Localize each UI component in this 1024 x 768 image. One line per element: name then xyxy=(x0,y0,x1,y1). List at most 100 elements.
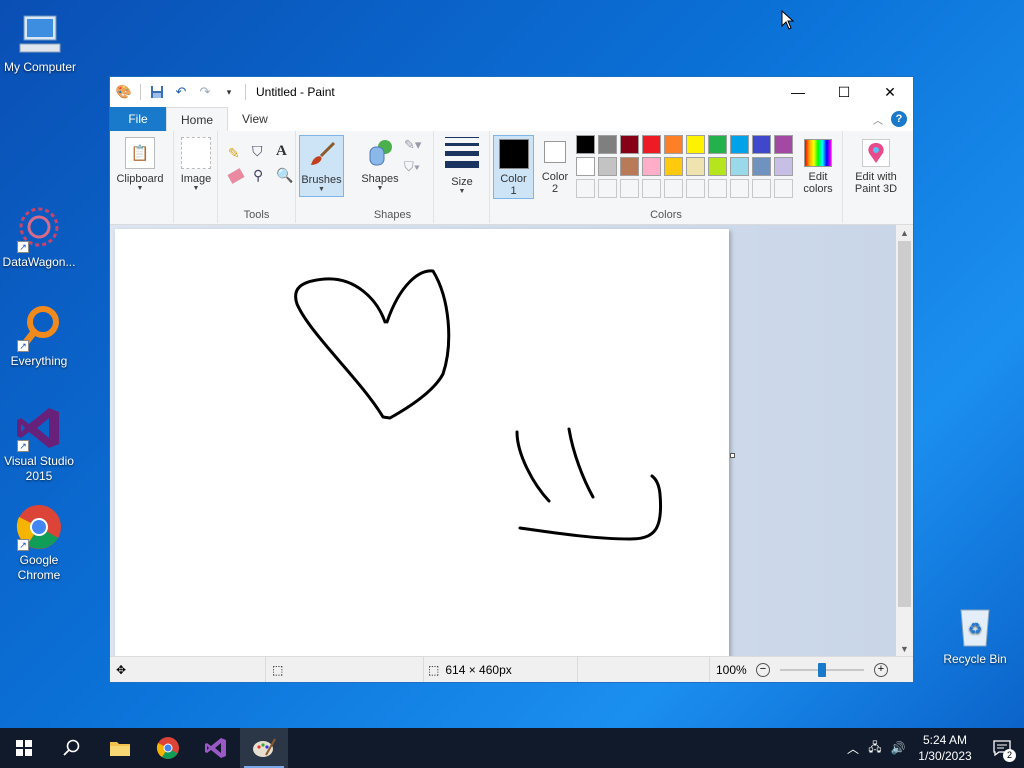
color-swatch[interactable] xyxy=(730,157,749,176)
color-swatch[interactable] xyxy=(730,135,749,154)
paint-app-icon[interactable]: 🎨 xyxy=(116,84,132,100)
taskbar-paint[interactable] xyxy=(240,728,288,768)
custom-color-slot[interactable] xyxy=(752,179,771,198)
custom-color-slot[interactable] xyxy=(598,179,617,198)
fill-icon[interactable]: ⛉ xyxy=(252,143,263,160)
custom-color-slot[interactable] xyxy=(620,179,639,198)
desktop-icon-recycle-bin[interactable]: ♻ Recycle Bin xyxy=(935,602,1015,667)
visual-studio-icon xyxy=(205,738,226,758)
color-swatch[interactable] xyxy=(708,157,727,176)
clock[interactable]: 5:24 AM 1/30/2023 xyxy=(910,732,980,764)
taskbar-file-explorer[interactable] xyxy=(96,728,144,768)
title-bar[interactable]: 🎨 ↶ ↷ ▾ Untitled - Paint — ☐ ✕ xyxy=(110,77,913,107)
system-tray: ︿ 🖧 🔊 5:24 AM 1/30/2023 2 xyxy=(842,728,1024,768)
bowl-stroke xyxy=(518,474,663,541)
notification-count-badge: 2 xyxy=(1003,749,1016,762)
color-swatch[interactable] xyxy=(576,135,595,154)
desktop-icon-everything[interactable]: ↗ Everything xyxy=(0,304,79,369)
desktop-icon-google-chrome[interactable]: ↗ Google Chrome xyxy=(0,503,79,583)
size-button[interactable]: Size ▼ xyxy=(438,135,486,221)
color-swatch[interactable] xyxy=(664,157,683,176)
scroll-thumb[interactable] xyxy=(898,241,911,607)
desktop-icon-label: Recycle Bin xyxy=(943,652,1007,666)
gear-cluster-icon: ↗ xyxy=(15,205,63,253)
color-swatch[interactable] xyxy=(774,135,793,154)
zoom-slider[interactable] xyxy=(780,662,864,677)
custom-color-slot[interactable] xyxy=(686,179,705,198)
custom-color-slot[interactable] xyxy=(730,179,749,198)
clipboard-button[interactable]: 📋 Clipboard ▼ xyxy=(116,135,164,221)
clock-date: 1/30/2023 xyxy=(918,749,972,763)
network-icon[interactable]: 🖧 xyxy=(864,738,886,759)
image-button[interactable]: Image ▼ xyxy=(172,135,220,221)
action-center-button[interactable]: 2 xyxy=(980,728,1024,768)
chevron-down-icon: ▼ xyxy=(318,186,325,193)
folder-icon xyxy=(110,742,130,756)
close-button[interactable]: ✕ xyxy=(867,77,913,107)
color-picker-icon[interactable]: ⚲ xyxy=(253,167,263,184)
fill-style-icon[interactable]: ⛉▾ xyxy=(404,159,420,175)
start-button[interactable] xyxy=(0,728,48,768)
zoom-in-button[interactable]: + xyxy=(874,662,888,677)
tab-home[interactable]: Home xyxy=(166,107,229,131)
color-swatch[interactable] xyxy=(576,157,595,176)
help-icon[interactable]: ? xyxy=(891,111,907,127)
zoom-out-button[interactable]: − xyxy=(756,662,770,677)
undo-icon[interactable]: ↶ xyxy=(173,84,189,100)
vertical-scrollbar[interactable]: ▲ ▼ xyxy=(896,225,913,657)
scroll-down-icon[interactable]: ▼ xyxy=(896,641,913,657)
zoom-level: 100% xyxy=(716,662,747,677)
color-swatch[interactable] xyxy=(664,135,683,154)
taskbar-visual-studio[interactable] xyxy=(192,728,240,768)
collapse-ribbon-icon[interactable]: ︿ xyxy=(873,112,883,127)
show-hidden-icons-icon[interactable]: ︿ xyxy=(842,740,864,757)
outline-icon[interactable]: ✎▾ xyxy=(404,137,421,153)
drawing-canvas[interactable] xyxy=(115,229,729,657)
search-icon xyxy=(63,739,80,756)
color-swatch[interactable] xyxy=(686,135,705,154)
search-button[interactable] xyxy=(48,728,96,768)
color-swatch[interactable] xyxy=(620,157,639,176)
custom-color-slot[interactable] xyxy=(664,179,683,198)
desktop-icon-datawagon[interactable]: ↗ DataWagon... xyxy=(0,205,79,270)
save-icon[interactable] xyxy=(149,84,165,100)
edit-with-paint3d-button[interactable]: Edit with Paint 3D xyxy=(847,135,905,221)
brushes-button[interactable]: Brushes ▼ xyxy=(299,135,344,197)
color1-button[interactable]: Color 1 xyxy=(493,135,534,199)
maximize-button[interactable]: ☐ xyxy=(821,77,867,107)
zoom-slider-thumb[interactable] xyxy=(818,662,826,677)
color-swatch[interactable] xyxy=(774,157,793,176)
custom-color-slot[interactable] xyxy=(576,179,595,198)
shortcut-arrow-icon: ↗ xyxy=(17,241,29,253)
custom-color-slot[interactable] xyxy=(774,179,793,198)
scroll-up-icon[interactable]: ▲ xyxy=(896,225,913,241)
pencil-icon[interactable]: ✎ xyxy=(228,145,240,162)
eraser-icon[interactable] xyxy=(227,168,245,184)
tab-view[interactable]: View xyxy=(228,107,282,131)
selection-size-segment: ⬚ xyxy=(266,657,424,682)
customize-qat-icon[interactable]: ▾ xyxy=(221,84,237,100)
clipboard-group: 📋 Clipboard ▼ xyxy=(110,131,174,223)
desktop-icon-visual-studio[interactable]: ↗ Visual Studio 2015 xyxy=(0,404,79,484)
redo-icon[interactable]: ↷ xyxy=(197,84,213,100)
color-swatch[interactable] xyxy=(642,135,661,154)
taskbar-chrome[interactable] xyxy=(144,728,192,768)
color-swatch[interactable] xyxy=(686,157,705,176)
custom-color-slot[interactable] xyxy=(642,179,661,198)
chevron-down-icon: ▼ xyxy=(136,185,144,192)
minimize-button[interactable]: — xyxy=(775,77,821,107)
color-swatch[interactable] xyxy=(598,135,617,154)
desktop-icon-my-computer[interactable]: My Computer xyxy=(0,10,80,75)
text-icon[interactable]: A xyxy=(276,143,287,160)
magnifier-icon[interactable]: 🔍 xyxy=(276,167,293,184)
color-swatch[interactable] xyxy=(708,135,727,154)
custom-color-slot[interactable] xyxy=(708,179,727,198)
color-swatch[interactable] xyxy=(620,135,639,154)
color-swatch[interactable] xyxy=(752,135,771,154)
resize-handle-right[interactable] xyxy=(730,453,735,458)
tab-file[interactable]: File xyxy=(110,107,166,131)
color-swatch[interactable] xyxy=(642,157,661,176)
color-swatch[interactable] xyxy=(598,157,617,176)
color-swatch[interactable] xyxy=(752,157,771,176)
volume-icon[interactable]: 🔊 xyxy=(886,741,910,755)
